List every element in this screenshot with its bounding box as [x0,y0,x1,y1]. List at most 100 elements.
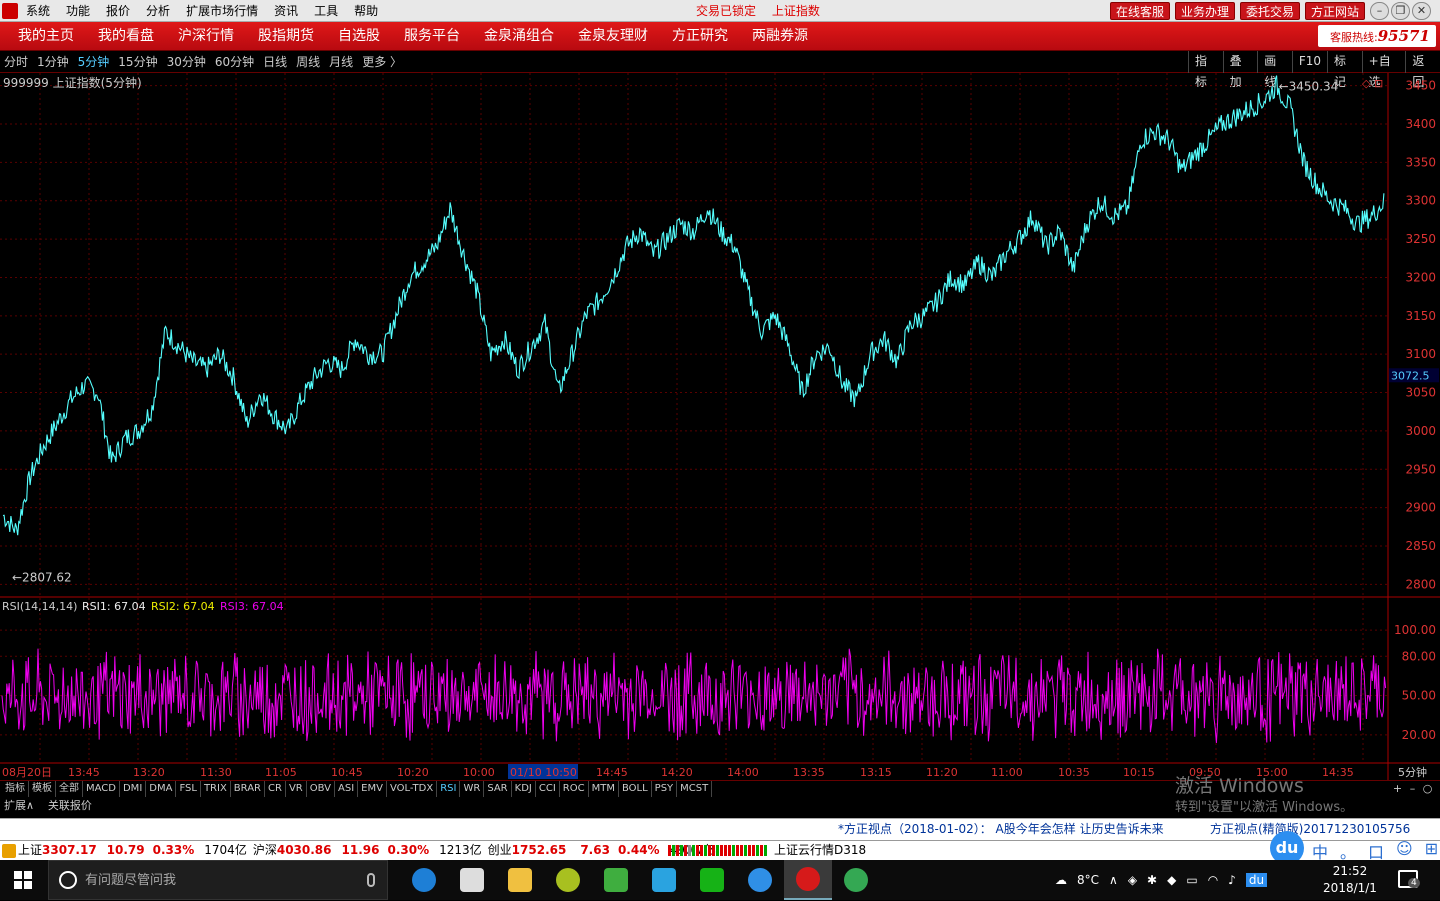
menu-system[interactable]: 系统 [26,0,50,22]
indicator-tab[interactable]: VR [286,781,307,797]
nav-watchlist[interactable]: 自选股 [326,22,392,51]
indicator-tab[interactable]: KDJ [512,781,536,797]
indicator-tab[interactable]: ROC [560,781,589,797]
nav-research[interactable]: 方正研究 [660,22,740,51]
indicator-tab[interactable]: RSI [437,781,461,797]
reset-button[interactable]: ○ [1420,781,1435,797]
app-green-icon[interactable] [592,860,640,900]
taskbar-search[interactable]: 有问题尽管问我 [48,860,388,900]
menu-news[interactable]: 资讯 [274,0,298,22]
indicator-tab[interactable]: 指标 [2,781,29,797]
globe-app-icon[interactable] [832,860,880,900]
indicator-tab[interactable]: CR [265,781,286,797]
chart-tool-button[interactable]: +自选 [1361,51,1406,89]
trade-button[interactable]: 委托交易 [1240,2,1301,20]
founder-stock-app-icon[interactable] [784,860,832,900]
indicator-tab[interactable]: MACD [83,781,120,797]
ie-browser-icon[interactable] [736,860,784,900]
menu-tools[interactable]: 工具 [314,0,338,22]
indicator-tab[interactable]: OBV [307,781,335,797]
volume-icon[interactable]: ♪ [1228,873,1236,887]
microphone-icon[interactable] [367,873,375,887]
indicator-tab[interactable]: TRIX [201,781,231,797]
indicator-tab[interactable]: DMA [146,781,177,797]
indicator-tab[interactable]: BOLL [619,781,652,797]
windows-start-icon[interactable] [14,871,32,889]
online-service-button[interactable]: 在线客服 [1110,2,1171,20]
diamond-icon[interactable]: ◆ [1167,873,1176,887]
indicator-tab[interactable]: SAR [484,781,512,797]
temperature[interactable]: 8°C [1077,873,1099,887]
nav-sh-sz-market[interactable]: 沪深行情 [166,22,246,51]
video-player-icon[interactable] [640,860,688,900]
indicator-tab[interactable]: BRAR [231,781,265,797]
menu-extended-market[interactable]: 扩展市场行情 [186,0,258,22]
period-tab[interactable]: 周线 [296,51,320,73]
indicator-tab[interactable]: MTM [589,781,619,797]
news-ticker[interactable]: 方正视点(精简版)20171230105756 [1210,819,1410,839]
nav-wealth[interactable]: 金泉友理财 [566,22,660,51]
period-tab[interactable]: 1分钟 [37,51,69,73]
tray-expand-icon[interactable]: ∧ [1109,873,1118,887]
indicator-tab[interactable]: VOL-TDX [387,781,438,797]
indicator-tab[interactable]: CCI [536,781,560,797]
indicator-tab[interactable]: 模板 [29,781,56,797]
app-yellow-icon[interactable] [544,860,592,900]
nav-portfolio[interactable]: 金泉涌组合 [472,22,566,51]
nav-index-futures[interactable]: 股指期货 [246,22,326,51]
chart-tool-button[interactable]: F10 [1291,51,1327,73]
cloud-quote-status[interactable]: 上证云行情D318 [774,841,866,860]
menu-quote[interactable]: 报价 [106,0,130,22]
indicator-tab[interactable]: WR [460,781,485,797]
nav-service-platform[interactable]: 服务平台 [392,22,472,51]
bluetooth-icon[interactable]: ✱ [1147,873,1157,887]
lock-status[interactable]: 交易已锁定 [696,4,756,18]
nav-my-home[interactable]: 我的主页 [6,22,86,51]
expand-button[interactable]: 扩展∧ [4,799,34,812]
nav-margin[interactable]: 两融券源 [740,22,820,51]
period-tab[interactable]: 分时 [4,51,28,73]
period-tab[interactable]: 15分钟 [118,51,157,73]
indicator-tab[interactable]: PSY [652,781,678,797]
edge-browser-icon[interactable] [400,860,448,900]
ime-tray-icon[interactable]: du [1245,873,1268,887]
shield-icon[interactable]: ◈ [1128,873,1137,887]
related-quotes-button[interactable]: 关联报价 [48,799,92,812]
indicator-tab[interactable]: FSL [176,781,201,797]
chart-tool-button[interactable]: 返回 [1405,51,1440,89]
weather-cloud-icon[interactable]: ☁ [1055,873,1067,887]
indicator-tab[interactable]: ASI [335,781,359,797]
iqiyi-icon[interactable] [688,860,736,900]
period-tab[interactable]: 更多 〉 [362,51,402,73]
notification-icon[interactable]: 4 [1398,870,1420,888]
website-button[interactable]: 方正网站 [1305,2,1366,20]
nav-my-watch[interactable]: 我的看盘 [86,22,166,51]
period-tab[interactable]: 30分钟 [167,51,206,73]
zoom-out-button[interactable]: – [1405,781,1420,797]
period-tab[interactable]: 月线 [329,51,353,73]
zoom-in-button[interactable]: + [1390,781,1405,797]
store-icon[interactable] [448,860,496,900]
indicator-tab[interactable]: 全部 [56,781,83,797]
chart-tool-button[interactable]: 叠加 [1222,51,1258,89]
battery-icon[interactable]: ▭ [1186,873,1197,887]
indicator-tab[interactable]: DMI [120,781,147,797]
chart-tool-button[interactable]: 画线 [1257,51,1292,89]
period-tab[interactable]: 60分钟 [215,51,254,73]
close-icon[interactable]: ✕ [1412,2,1431,20]
news-headline[interactable]: *方正视点（2018-01-02）： A股今年会怎样 让历史告诉未来 [838,819,1164,839]
wifi-icon[interactable]: ◠ [1208,873,1218,887]
indicator-tab[interactable]: EMV [358,781,387,797]
chart-area[interactable]: 3450 3400 3350 3300 3250 3200 3150 3100 3050 3000… [0,73,1440,780]
period-tab[interactable]: 日线 [263,51,287,73]
file-explorer-icon[interactable] [496,860,544,900]
minimize-icon[interactable]: – [1370,2,1389,20]
menu-help[interactable]: 帮助 [354,0,378,22]
period-tab[interactable]: 5分钟 [78,51,110,73]
restore-icon[interactable]: ❐ [1391,2,1410,20]
menu-function[interactable]: 功能 [66,0,90,22]
chart-tool-button[interactable]: 指标 [1188,51,1223,89]
indicator-tab[interactable]: MCST [677,781,713,797]
taskbar-clock[interactable]: 21:52 2018/1/1 [1318,863,1382,897]
business-button[interactable]: 业务办理 [1175,2,1236,20]
